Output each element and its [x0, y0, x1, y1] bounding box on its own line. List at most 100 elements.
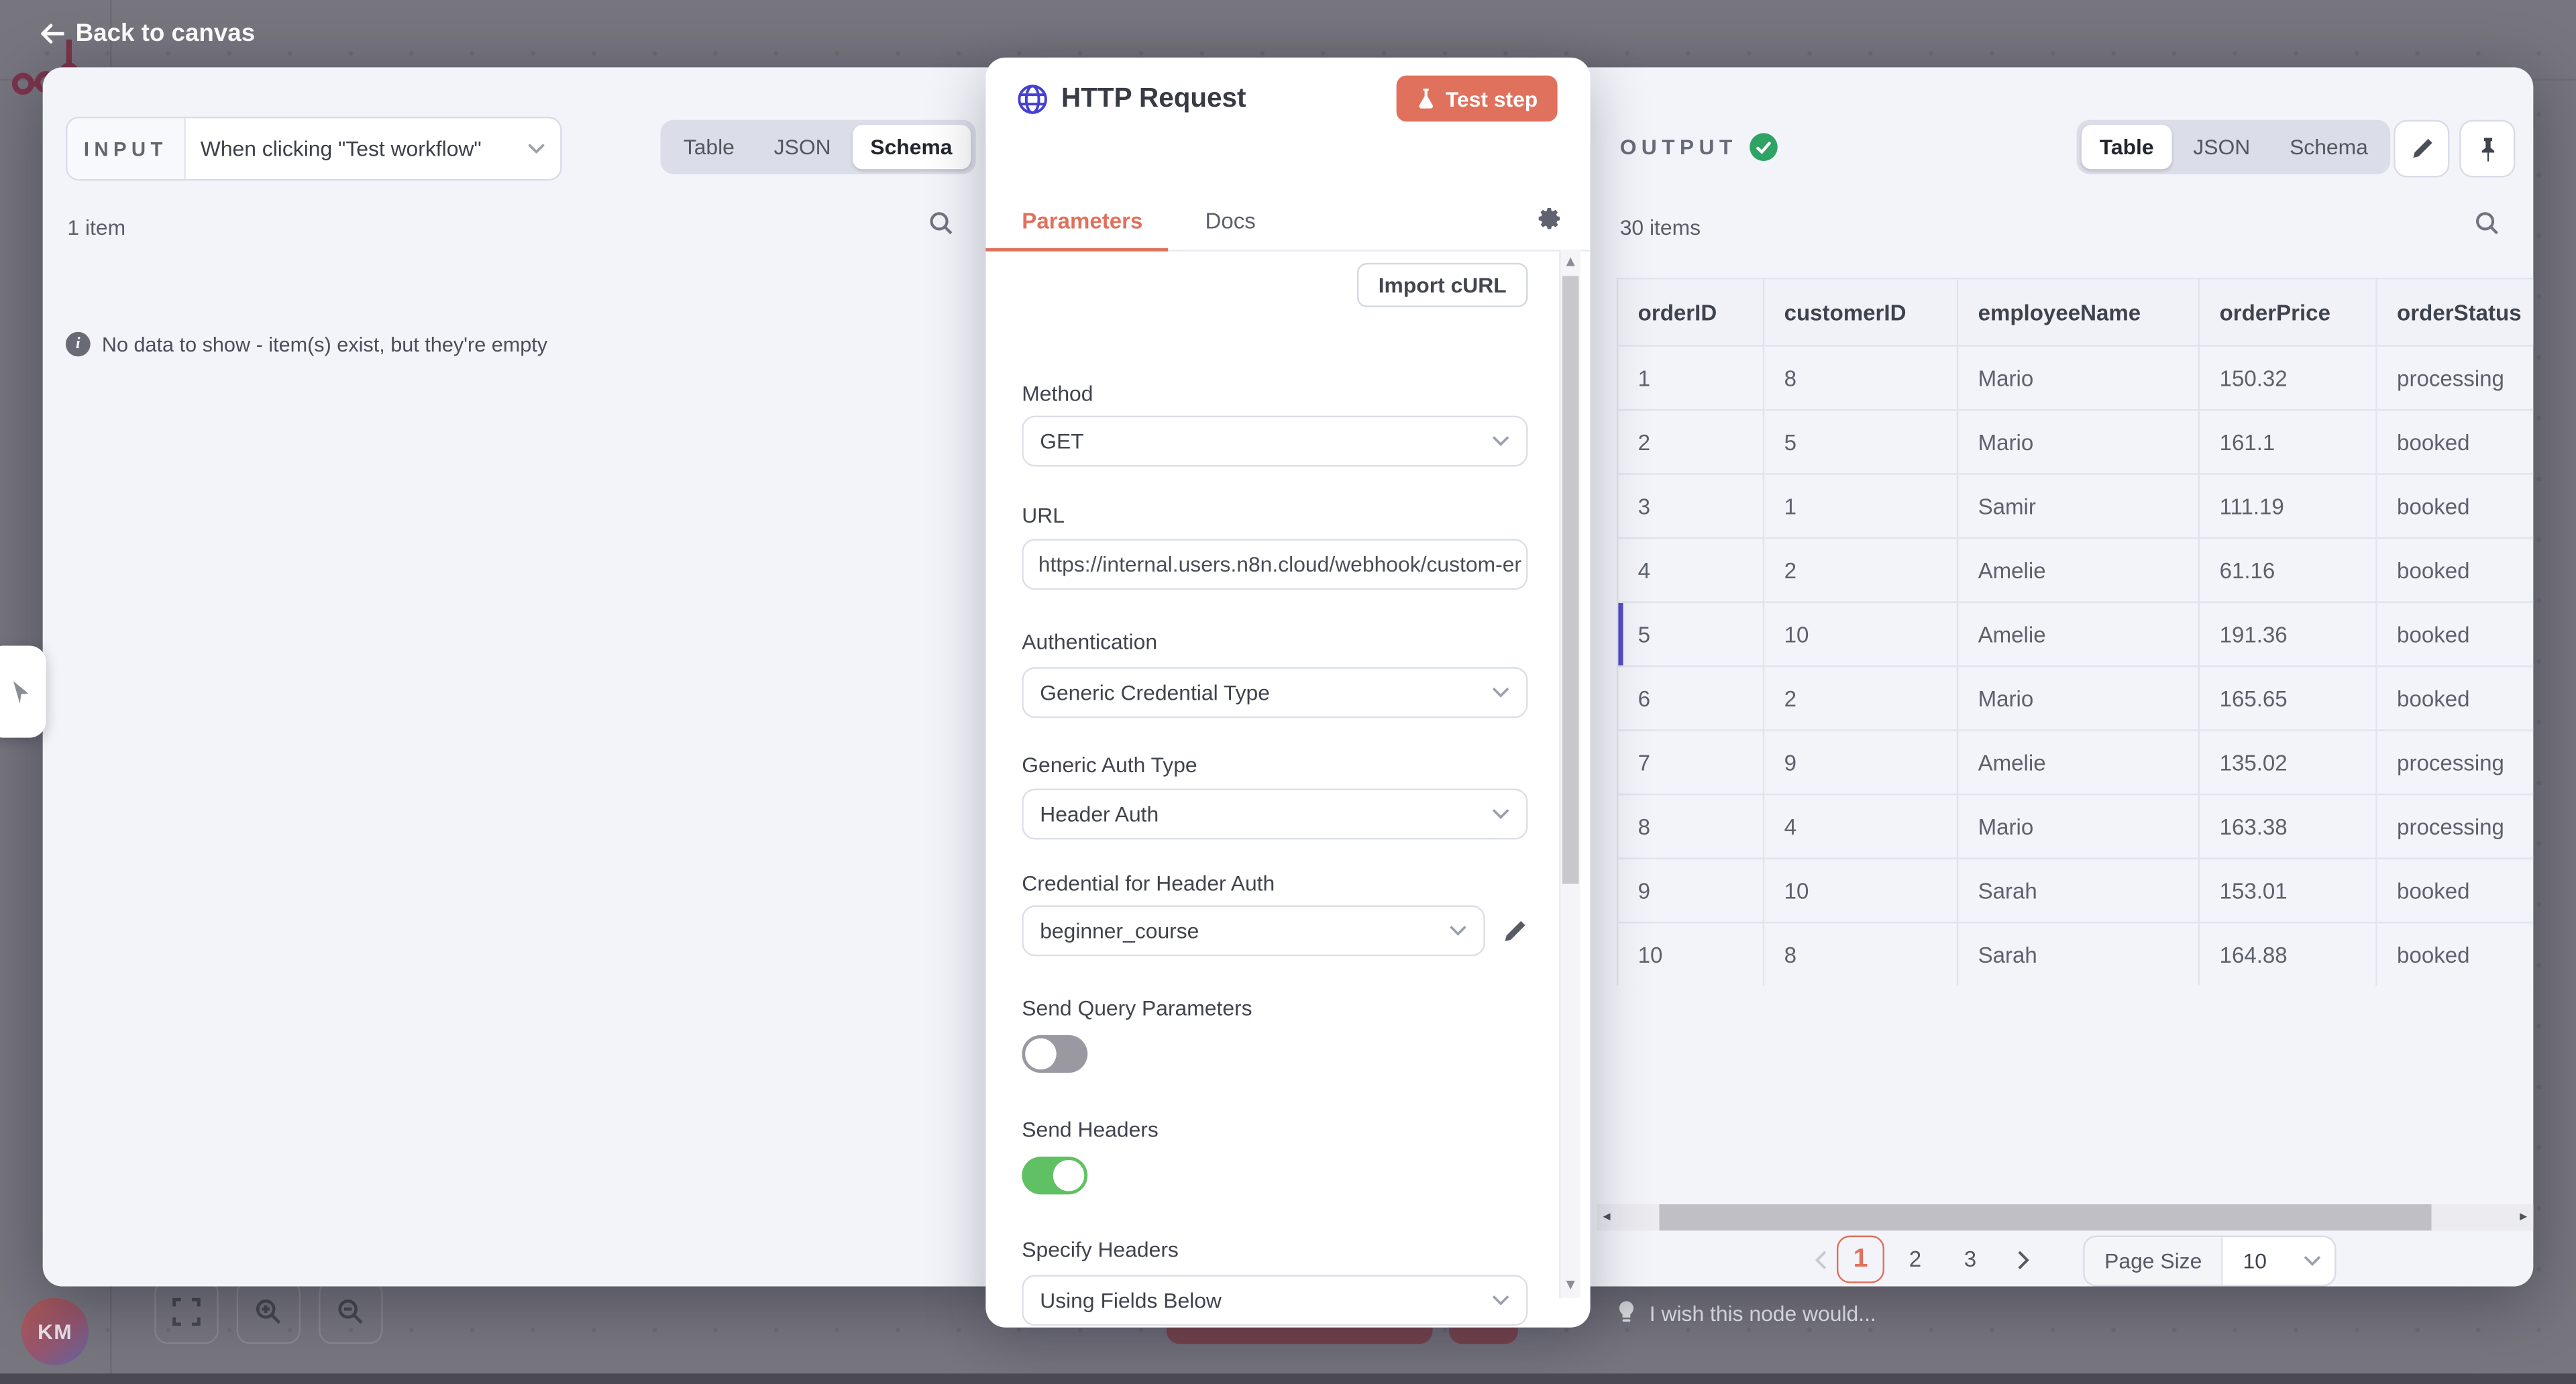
- authentication-select[interactable]: Generic Credential Type: [1022, 667, 1527, 718]
- table-row[interactable]: 510Amelie191.36booked: [1617, 602, 2533, 667]
- chevron-down-icon: [1492, 435, 1510, 447]
- table-cell: 5: [1617, 602, 1764, 667]
- table-row[interactable]: 84Mario163.38processing: [1617, 794, 2533, 859]
- credential-select[interactable]: beginner_course: [1022, 905, 1485, 956]
- tab-input-table[interactable]: Table: [665, 125, 753, 169]
- lightbulb-icon: [1617, 1299, 1636, 1326]
- page-button[interactable]: 3: [1949, 1247, 1991, 1272]
- credential-label: Credential for Header Auth: [1022, 871, 1527, 896]
- zoom-out-button[interactable]: [319, 1280, 383, 1344]
- http-request-node-dialog: HTTP Request Test step Parameters Docs I…: [985, 58, 1590, 1328]
- table-cell: booked: [2376, 666, 2533, 731]
- send-headers-toggle[interactable]: [1022, 1157, 1087, 1194]
- table-cell: 4: [1764, 794, 1957, 859]
- column-header[interactable]: customerID: [1764, 278, 1957, 345]
- scroll-down-arrow-icon[interactable]: ▼: [1561, 1278, 1580, 1291]
- test-step-label: Test step: [1446, 87, 1538, 111]
- table-cell: booked: [2376, 410, 2533, 474]
- table-row[interactable]: 25Mario161.1booked: [1617, 410, 2533, 474]
- output-panel-label: OUTPUT: [1620, 135, 1737, 160]
- prev-page-icon[interactable]: [1814, 1249, 1827, 1269]
- column-header[interactable]: employeeName: [1957, 278, 2199, 345]
- table-cell: 6: [1617, 666, 1764, 731]
- zoom-to-fit-icon: [172, 1298, 201, 1326]
- table-cell: 191.36: [2199, 602, 2376, 667]
- search-icon[interactable]: [2474, 210, 2500, 236]
- back-to-canvas-link[interactable]: Back to canvas: [40, 19, 255, 48]
- search-icon[interactable]: [928, 210, 955, 236]
- scroll-up-arrow-icon[interactable]: ▲: [1561, 255, 1580, 268]
- method-select[interactable]: GET: [1022, 416, 1527, 467]
- table-row[interactable]: 910Sarah153.01booked: [1617, 859, 2533, 923]
- table-cell: 165.65: [2199, 666, 2376, 731]
- tab-input-json[interactable]: JSON: [756, 125, 849, 169]
- table-cell: 1: [1617, 346, 1764, 411]
- zoom-to-fit-button[interactable]: [154, 1280, 219, 1344]
- table-cell: Amelie: [1957, 602, 2199, 667]
- table-cell: booked: [2376, 922, 2533, 986]
- input-source-selector[interactable]: INPUT When clicking "Test workflow": [66, 117, 562, 181]
- tab-output-table[interactable]: Table: [2082, 125, 2172, 169]
- page-size-label: Page Size: [2085, 1237, 2223, 1285]
- next-page-icon[interactable]: [2017, 1249, 2031, 1269]
- table-row[interactable]: 79Amelie135.02processing: [1617, 731, 2533, 795]
- table-cell: booked: [2376, 602, 2533, 667]
- edit-output-button[interactable]: [2394, 120, 2449, 178]
- table-cell: 8: [1764, 922, 1957, 986]
- table-cell: 61.16: [2199, 538, 2376, 602]
- column-header[interactable]: orderID: [1617, 278, 1764, 345]
- table-row[interactable]: 108Sarah164.88booked: [1617, 922, 2533, 986]
- scroll-right-arrow-icon[interactable]: ▸: [2514, 1204, 2533, 1230]
- zoom-in-button[interactable]: [237, 1280, 301, 1344]
- import-curl-button[interactable]: Import cURL: [1357, 263, 1528, 307]
- avatar-initials: KM: [38, 1320, 72, 1344]
- table-cell: 8: [1764, 346, 1957, 411]
- avatar[interactable]: KM: [21, 1298, 89, 1365]
- table-cell: Amelie: [1957, 731, 2199, 795]
- tab-parameters[interactable]: Parameters: [985, 195, 1167, 250]
- canvas-side-handle-button[interactable]: [0, 645, 46, 737]
- tab-docs[interactable]: Docs: [1182, 195, 1279, 250]
- table-cell: 5: [1764, 410, 1957, 474]
- specify-headers-select[interactable]: Using Fields Below: [1022, 1275, 1527, 1326]
- scroll-left-arrow-icon[interactable]: ◂: [1597, 1204, 1616, 1230]
- table-cell: Mario: [1957, 794, 2199, 859]
- tab-output-json[interactable]: JSON: [2175, 125, 2268, 169]
- table-cell: 10: [1764, 602, 1957, 667]
- test-step-button[interactable]: Test step: [1396, 76, 1557, 122]
- node-feedback-link[interactable]: I wish this node would...: [1617, 1299, 1876, 1326]
- input-source-value: When clicking "Test workflow": [201, 136, 518, 161]
- vertical-scrollbar-thumb[interactable]: [1562, 276, 1578, 884]
- column-header[interactable]: orderStatus: [2376, 278, 2533, 345]
- table-cell: booked: [2376, 859, 2533, 923]
- edit-credential-pencil-icon[interactable]: [1501, 918, 1527, 944]
- table-row[interactable]: 31Samir111.19booked: [1617, 474, 2533, 539]
- table-cell: 111.19: [2199, 474, 2376, 539]
- table-cell: 3: [1617, 474, 1764, 539]
- table-row[interactable]: 18Mario150.32processing: [1617, 346, 2533, 411]
- page-size-select[interactable]: Page Size 10: [2083, 1236, 2335, 1287]
- table-cell: 164.88: [2199, 922, 2376, 986]
- tab-input-schema[interactable]: Schema: [852, 125, 970, 169]
- app-root: Back to canvas INPUT When clicking "Test…: [0, 0, 2576, 1384]
- page-button[interactable]: 2: [1894, 1247, 1936, 1272]
- table-row[interactable]: 42Amelie61.16booked: [1617, 538, 2533, 602]
- input-items-count: 1 item: [67, 215, 125, 240]
- table-cell: Samir: [1957, 474, 2199, 539]
- pencil-icon: [2409, 136, 2434, 161]
- node-feedback-label: I wish this node would...: [1650, 1300, 1876, 1325]
- generic-auth-type-select[interactable]: Header Auth: [1022, 789, 1527, 840]
- node-settings-gear-icon[interactable]: [1536, 205, 1562, 239]
- send-query-parameters-toggle[interactable]: [1022, 1035, 1087, 1073]
- horizontal-scrollbar-thumb[interactable]: [1659, 1204, 2431, 1230]
- tab-output-schema[interactable]: Schema: [2271, 125, 2386, 169]
- url-input[interactable]: https://internal.users.n8n.cloud/webhook…: [1022, 539, 1527, 590]
- output-items-count: 30 items: [1620, 215, 1701, 240]
- chevron-down-icon: [1492, 687, 1510, 698]
- table-row[interactable]: 62Mario165.65booked: [1617, 666, 2533, 731]
- success-check-icon: [1750, 133, 1778, 161]
- page-button-current[interactable]: 1: [1837, 1236, 1884, 1283]
- table-cell: 150.32: [2199, 346, 2376, 411]
- pin-output-button[interactable]: [2459, 120, 2515, 178]
- column-header[interactable]: orderPrice: [2199, 278, 2376, 345]
